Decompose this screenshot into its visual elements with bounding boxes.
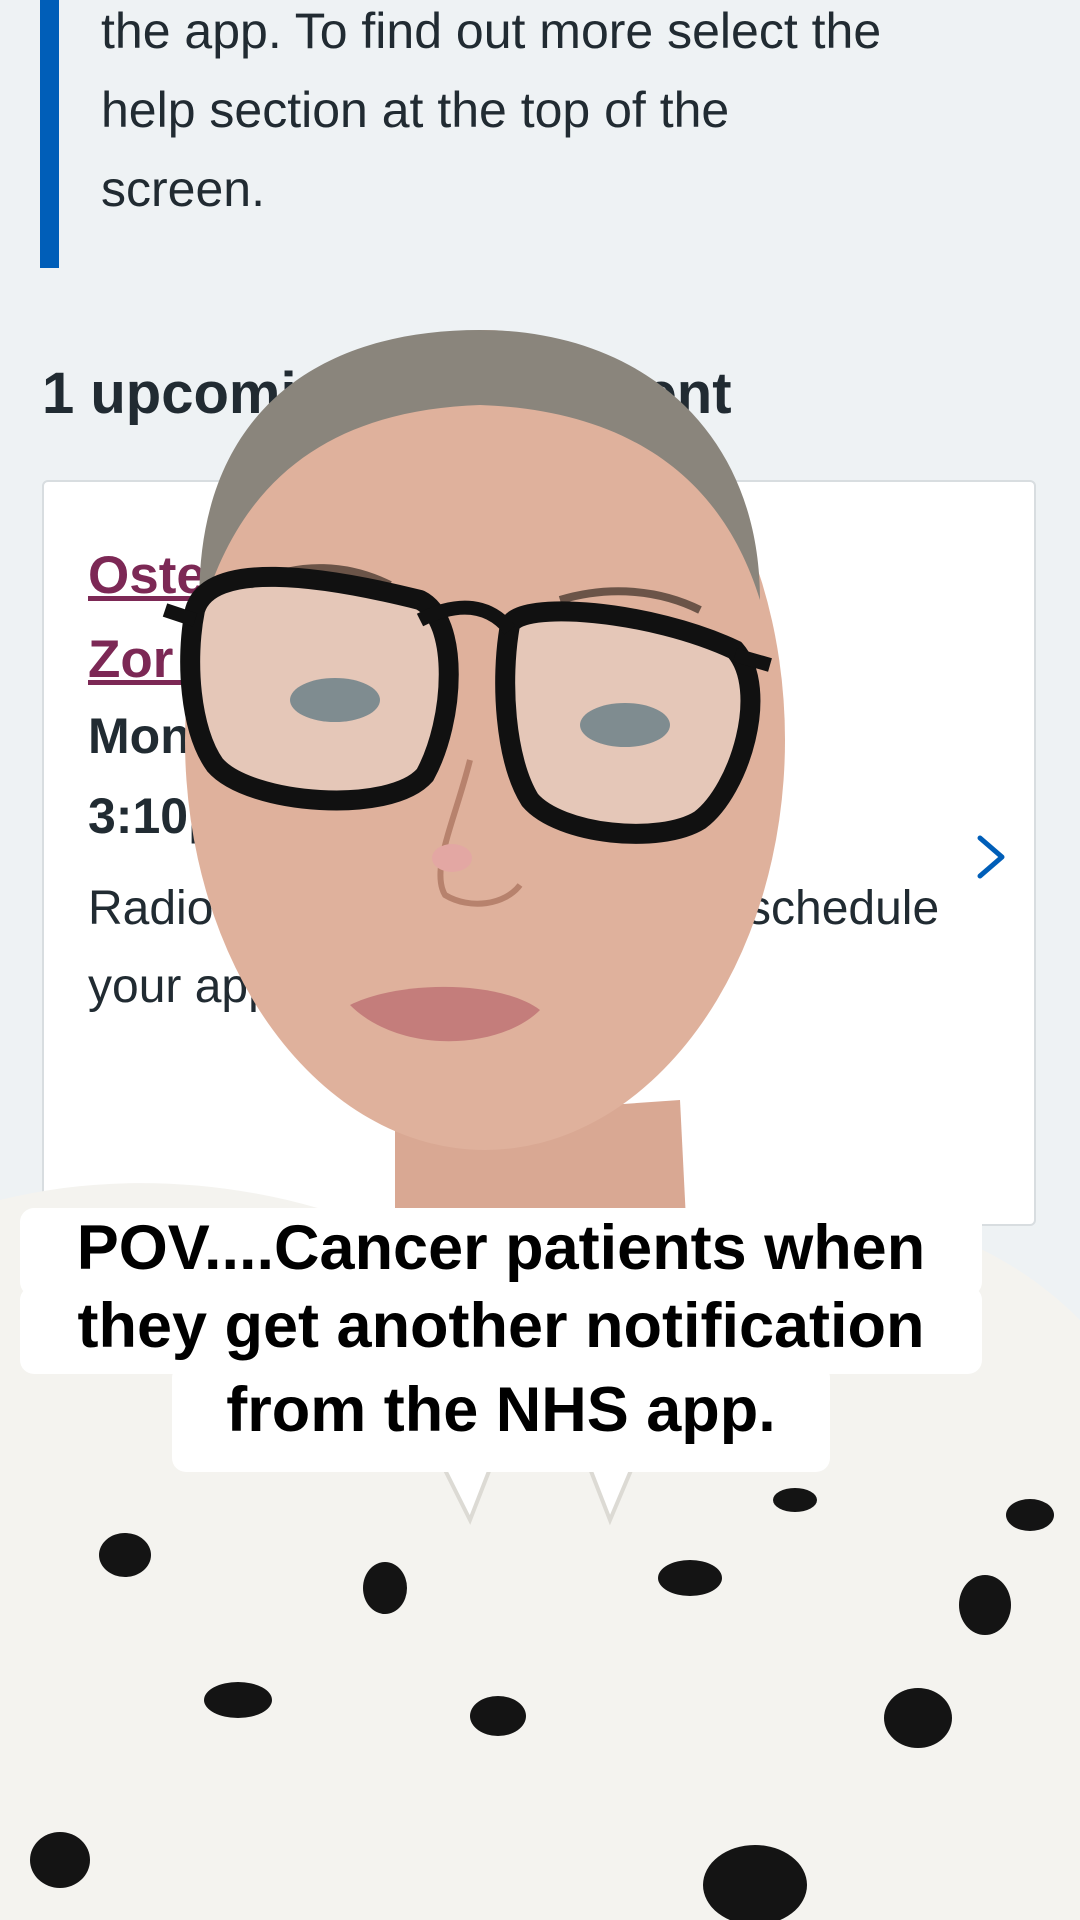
appointment-description: Radio ease refer rther details eschedule…: [88, 882, 940, 1013]
info-callout: the app. To find out more select the hel…: [40, 0, 1020, 268]
caption-line-3: from the NHS app.: [172, 1364, 830, 1472]
caption-line-1: POV....Cancer patients when: [20, 1208, 982, 1296]
video-frame: the app. To find out more select the hel…: [0, 0, 1080, 1920]
appointment-title-link[interactable]: Oste e Zor ent: [88, 534, 948, 702]
info-callout-bar: [40, 0, 59, 268]
chevron-right-icon[interactable]: [970, 832, 1010, 882]
appointment-date-time: Mon 3:10p: [88, 708, 219, 844]
appointment-card[interactable]: Oste e Zor ent Mon 3:10p Radio ease refe…: [42, 480, 1036, 1226]
info-callout-text: the app. To find out more select the hel…: [101, 3, 882, 217]
upcoming-appointments-heading: 1 upcoming appointment: [42, 361, 732, 426]
caption-line-2: they get another notification: [20, 1286, 982, 1374]
